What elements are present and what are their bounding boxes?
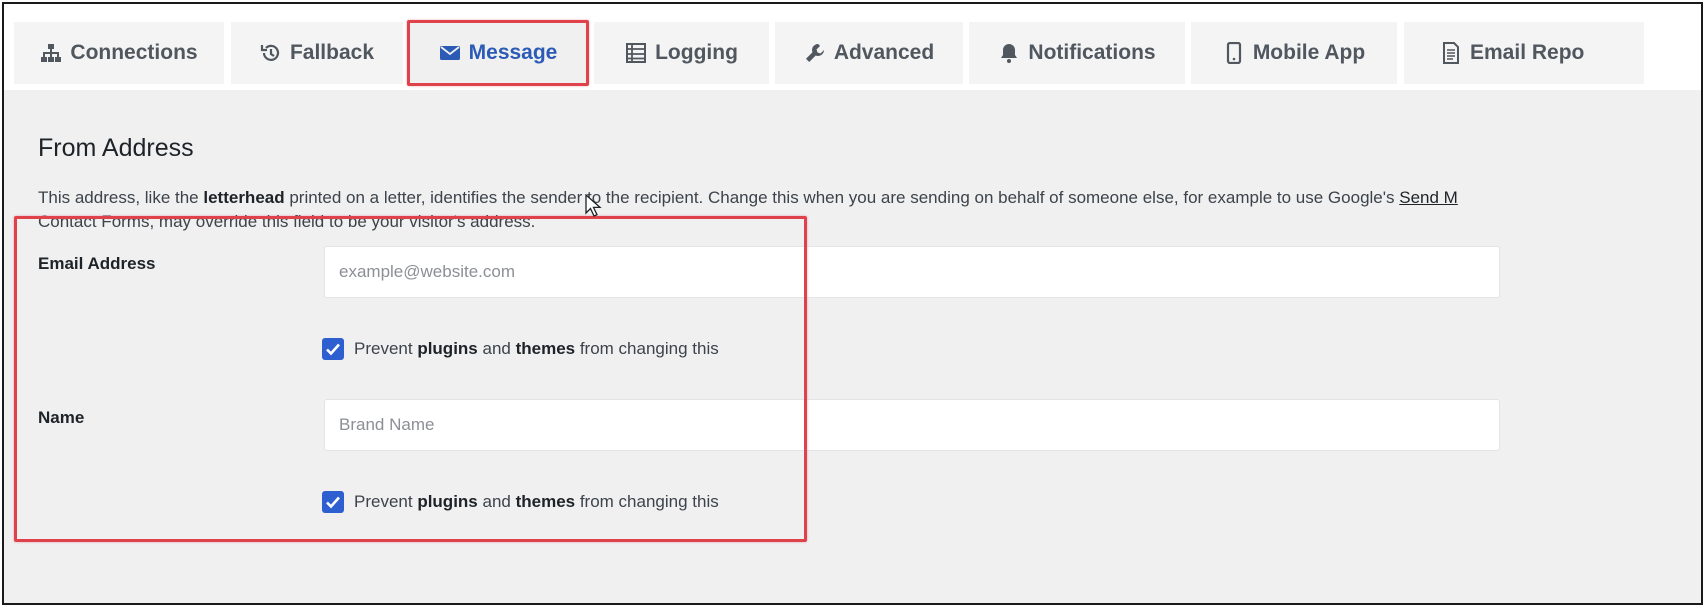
tab-logging[interactable]: Logging — [594, 22, 769, 84]
checkbox-text-bold: plugins — [417, 492, 478, 511]
send-mail-as-link[interactable]: Send M — [1399, 188, 1458, 207]
desc-text: Contact Forms, may override this field t… — [38, 212, 536, 231]
checkbox-text: Prevent — [354, 339, 418, 358]
section-title: From Address — [38, 134, 194, 162]
checkbox-text: from changing this — [575, 339, 719, 358]
name-prevent-override-row: Prevent plugins and themes from changing… — [322, 491, 719, 513]
checkbox-text: Prevent — [354, 492, 418, 511]
email-prevent-override-row: Prevent plugins and themes from changing… — [322, 338, 719, 360]
bell-icon — [998, 42, 1020, 64]
checkbox-text-bold: plugins — [417, 339, 478, 358]
tab-connections[interactable]: Connections — [14, 22, 224, 84]
checkbox-label: Prevent plugins and themes from changing… — [354, 492, 719, 512]
prevent-override-checkbox[interactable] — [322, 338, 344, 360]
prevent-override-checkbox[interactable] — [322, 491, 344, 513]
name-label: Name — [38, 408, 85, 427]
checkbox-text-bold: themes — [515, 339, 576, 358]
tab-label: Advanced — [833, 41, 935, 64]
tab-message[interactable]: Message — [407, 20, 589, 86]
email-address-label: Email Address — [38, 254, 156, 273]
document-icon — [1440, 42, 1462, 64]
desc-text: printed on a letter, identifies the send… — [284, 188, 1400, 207]
wrench-icon — [804, 42, 826, 64]
mobile-icon — [1223, 42, 1245, 64]
desc-text: This address, like the — [38, 188, 204, 207]
tab-label: Message — [468, 41, 558, 64]
tab-notifications[interactable]: Notifications — [969, 22, 1185, 84]
tab-bar: Connections Fallback Message Logging Adv — [4, 4, 1701, 90]
sitemap-icon — [40, 42, 62, 64]
tab-label: Mobile App — [1252, 41, 1366, 64]
tab-label: Connections — [70, 41, 198, 64]
tab-label: Fallback — [289, 41, 375, 64]
email-address-input[interactable] — [324, 246, 1500, 298]
settings-window: Connections Fallback Message Logging Adv — [2, 2, 1703, 605]
envelope-icon — [439, 42, 461, 64]
list-icon — [625, 42, 647, 64]
tab-label: Notifications — [1028, 41, 1156, 64]
name-input[interactable] — [324, 399, 1500, 451]
desc-bold: letterhead — [203, 188, 285, 207]
checkbox-text: and — [477, 492, 516, 511]
history-icon — [260, 42, 282, 64]
mouse-cursor-icon — [585, 194, 602, 217]
tab-email-reports[interactable]: Email Repo — [1404, 22, 1644, 84]
tab-advanced[interactable]: Advanced — [775, 22, 963, 84]
checkbox-text: and — [477, 339, 516, 358]
tab-label: Email Repo — [1470, 41, 1585, 64]
tab-label: Logging — [655, 41, 738, 64]
checkbox-label: Prevent plugins and themes from changing… — [354, 339, 719, 359]
section-description: This address, like the letterhead printe… — [38, 186, 1701, 234]
tab-mobile-app[interactable]: Mobile App — [1191, 22, 1397, 84]
checkbox-text: from changing this — [575, 492, 719, 511]
message-settings-panel: From Address This address, like the lett… — [4, 90, 1701, 603]
checkbox-text-bold: themes — [515, 492, 576, 511]
tab-fallback[interactable]: Fallback — [231, 22, 403, 84]
